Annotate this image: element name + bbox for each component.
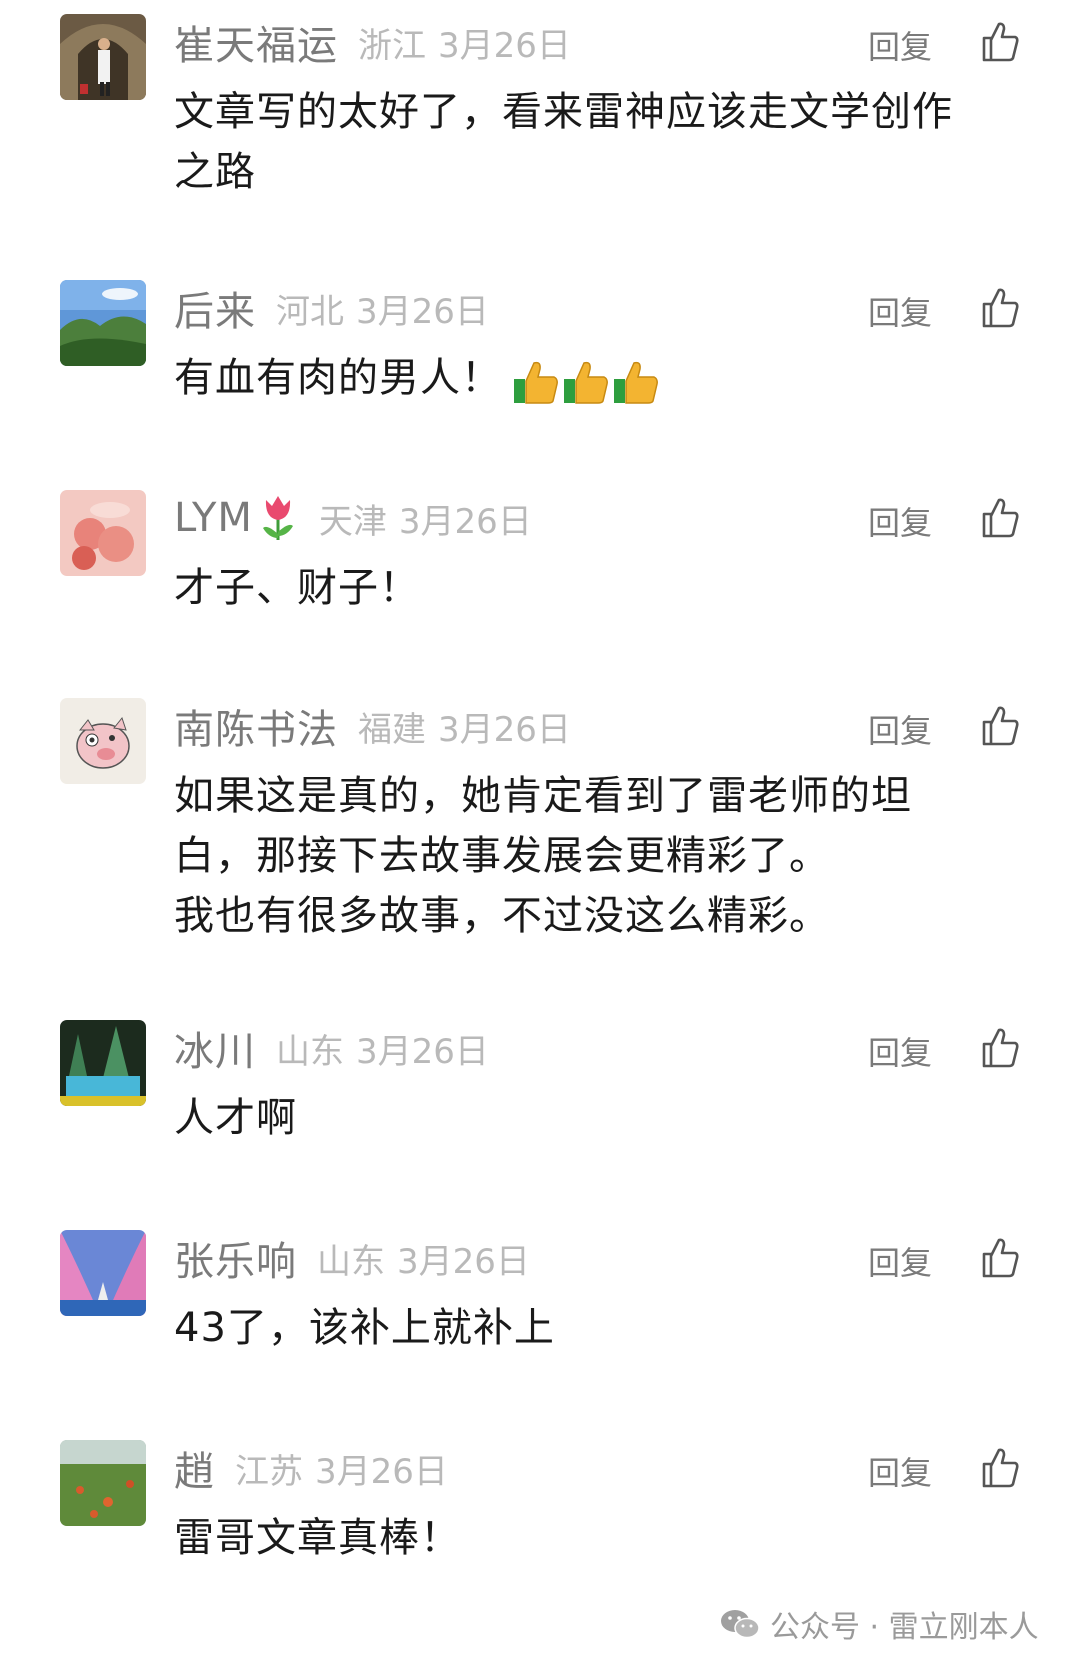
avatar[interactable] [60,1020,146,1106]
comment-author[interactable]: 南陈书法 [174,697,338,755]
watermark: 公众号 · 雷立刚本人 [720,1602,1039,1646]
comment-date: 3月26日 [398,501,532,542]
comment-date: 3月26日 [397,1241,530,1282]
comment-text: 有血有肉的男人！ [174,348,1014,410]
comment-location: 河北 [276,291,344,332]
watermark-text: 公众号 · 雷立刚本人 [770,1610,1039,1645]
wechat-icon [721,1610,760,1639]
like-icon[interactable] [980,1236,1020,1280]
like-icon[interactable] [980,1446,1020,1490]
thumbs-up-emoji-icon [614,361,658,404]
thumbs-up-emoji-group [512,350,662,410]
avatar[interactable] [60,1440,146,1526]
reply-button[interactable]: 回复 [868,22,932,68]
like-icon[interactable] [980,286,1020,330]
comment-author[interactable]: 崔天福运 [174,13,338,71]
reply-button[interactable]: 回复 [868,706,932,752]
avatar[interactable] [60,14,146,100]
comment-date: 3月26日 [315,1451,448,1492]
comment-date: 3月26日 [356,291,489,332]
comment-date: 3月26日 [438,25,571,66]
avatar[interactable] [60,490,146,576]
comment-date: 3月26日 [438,709,571,750]
comment-location: 天津 [318,501,387,542]
like-icon[interactable] [980,496,1020,540]
comment-location: 山东 [317,1241,385,1282]
comment-author[interactable]: 趙 [174,1439,215,1497]
comment-text: 如果这是真的，她肯定看到了雷老师的坦 白，那接下去故事发展会更精彩了。 我也有很… [174,773,912,939]
tulip-emoji-icon [262,496,293,540]
avatar[interactable] [60,280,146,366]
like-icon[interactable] [980,704,1020,748]
comment-text: 才子、财子！ [174,565,420,611]
comment-location: 江苏 [235,1451,303,1492]
reply-button[interactable]: 回复 [868,1448,932,1494]
comment-date: 3月26日 [356,1031,489,1072]
comment-text: 43了，该补上就补上 [174,1305,555,1351]
comment-author[interactable]: 冰川 [174,1019,256,1077]
comment-text: 人才啊 [174,1095,297,1141]
avatar[interactable] [60,1230,146,1316]
comment-text: 雷哥文章真棒！ [174,1515,461,1561]
comment-location: 浙江 [358,25,426,66]
avatar[interactable] [60,698,146,784]
comment-author[interactable]: LYM [174,495,253,541]
comment-location: 福建 [358,709,426,750]
thumbs-up-emoji-icon [514,361,558,404]
comment-location: 山东 [276,1031,344,1072]
comment-author[interactable]: 张乐响 [174,1229,297,1287]
reply-button[interactable]: 回复 [868,498,932,544]
like-icon[interactable] [980,20,1020,64]
reply-button[interactable]: 回复 [868,1028,932,1074]
like-icon[interactable] [980,1026,1020,1070]
thumbs-up-emoji-icon [564,361,608,404]
reply-button[interactable]: 回复 [868,1238,932,1284]
reply-button[interactable]: 回复 [868,288,932,334]
comment-text: 文章写的太好了，看来雷神应该走文学创作 之路 [174,89,953,195]
comment-author[interactable]: 后来 [174,279,256,337]
